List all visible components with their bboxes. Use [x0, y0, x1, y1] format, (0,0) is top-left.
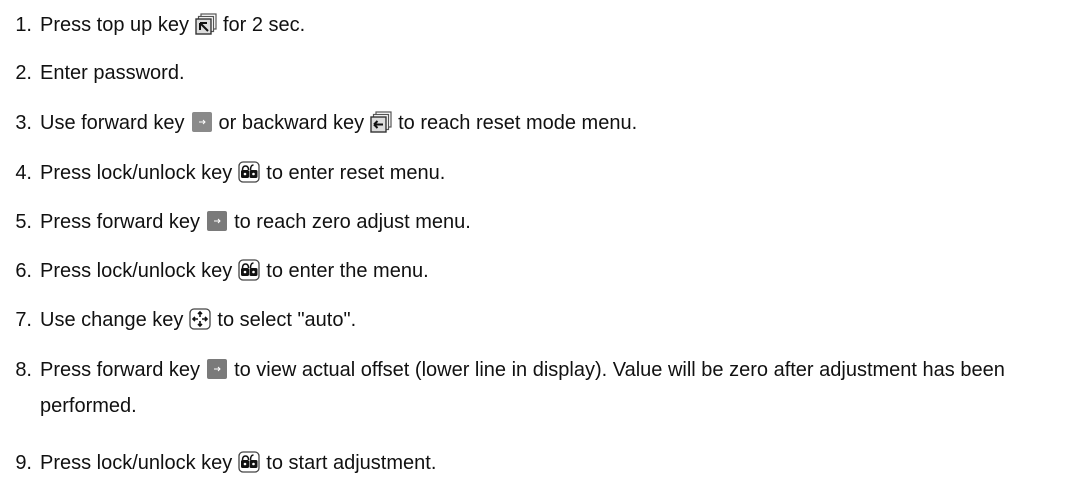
- step-text: to select "auto".: [217, 309, 357, 331]
- step-4: 4. Press lock/unlock key to enter reset …: [0, 158, 445, 188]
- step-number: 1.: [15, 14, 32, 36]
- step-text: to reach reset mode menu.: [398, 112, 638, 134]
- step-text: to reach zero adjust menu.: [234, 211, 471, 233]
- step-text: Press forward key: [40, 359, 201, 381]
- step-text: Press lock/unlock key: [40, 260, 233, 282]
- step-3: 3. Use forward key or backward key to re…: [0, 108, 637, 138]
- step-text: to enter the menu.: [266, 260, 429, 282]
- forward-key-icon: [191, 111, 213, 133]
- step-number: 6.: [15, 260, 32, 282]
- step-7: 7. Use change key to select "auto".: [0, 305, 356, 335]
- top-up-key-icon: [195, 13, 217, 35]
- step-number: 2.: [15, 62, 32, 84]
- step-text: to start adjustment.: [266, 452, 437, 474]
- step-text: Enter password.: [40, 62, 185, 84]
- step-number: 5.: [15, 211, 32, 233]
- lock-unlock-key-icon: [238, 451, 260, 473]
- step-text: Press lock/unlock key: [40, 162, 233, 184]
- step-9: 9. Press lock/unlock key to start adjust…: [0, 448, 436, 478]
- lock-unlock-key-icon: [238, 259, 260, 281]
- step-text: for 2 sec.: [222, 14, 306, 36]
- step-8: 8. Press forward key to view actual offs…: [0, 355, 1070, 424]
- step-2: 2. Enter password.: [0, 58, 185, 88]
- step-number: 7.: [15, 309, 32, 331]
- step-text: to enter reset menu.: [266, 162, 446, 184]
- step-text: Use forward key: [40, 112, 185, 134]
- step-6: 6. Press lock/unlock key to enter the me…: [0, 256, 429, 286]
- step-5: 5. Press forward key to reach zero adjus…: [0, 207, 471, 237]
- lock-unlock-key-icon: [238, 161, 260, 183]
- forward-key-icon: [206, 358, 228, 380]
- step-number: 3.: [15, 112, 32, 134]
- backward-key-icon: [370, 111, 392, 133]
- step-number: 9.: [15, 452, 32, 474]
- change-key-icon: [189, 308, 212, 330]
- step-text: Press forward key: [40, 211, 201, 233]
- step-number: 4.: [15, 162, 32, 184]
- instruction-list: 1. Press top up key for 2 sec. 2. Enter …: [0, 0, 1092, 494]
- step-text: or backward key: [218, 112, 365, 134]
- step-text: Use change key: [40, 309, 184, 331]
- step-text: Press lock/unlock key: [40, 452, 233, 474]
- step-1: 1. Press top up key for 2 sec.: [0, 10, 305, 40]
- step-number: 8.: [15, 359, 32, 381]
- forward-key-icon: [206, 210, 228, 232]
- step-text: Press top up key: [40, 14, 189, 36]
